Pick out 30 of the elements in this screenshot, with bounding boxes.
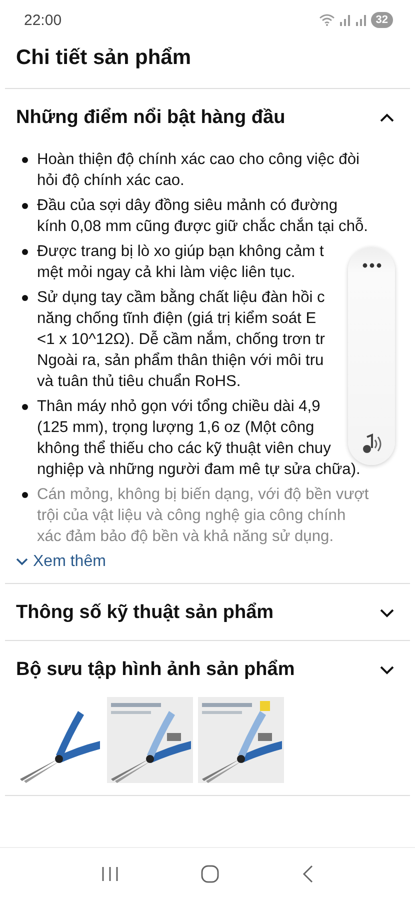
bullet-icon xyxy=(22,295,28,301)
signal-icon xyxy=(338,14,351,26)
bullet-text: Được trang bị lò xo giúp bạn không cảm t mệt mỏi ngay cả khi làm việc liên tục. xyxy=(37,242,324,283)
chevron-down-icon xyxy=(379,665,395,675)
bullet-text: Hoàn thiện độ chính xác cao cho công việc đòi hỏi độ chính xác cao. xyxy=(37,150,360,191)
bullet-text: Sử dụng tay cầm bằng chất liệu đàn hồi c năng chống tĩnh điện (giá trị kiểm soát E <1 x 10^12Ω). Dễ cầm nắm, chống trơn tr Ngoài ra, sản phẩm thân thiện với môi tru và tuân thủ tiêu chuẩn RoHS. xyxy=(37,288,325,392)
section-header[interactable]: Bộ sưu tập hình ảnh sản phẩm xyxy=(0,641,415,697)
signal-icon xyxy=(354,14,367,26)
bullet-text: Cán mỏng, không bị biến dạng, với độ bền vượt trội của vật liệu và công nghệ gia công chính xác đảm bảo độ bền và khả năng sử dụng. xyxy=(37,485,369,547)
chevron-down-icon xyxy=(16,558,28,566)
battery-level: 32 xyxy=(370,12,393,28)
chevron-up-icon xyxy=(379,113,395,123)
see-more-link[interactable]: Xem thêm xyxy=(16,553,106,571)
bullet-text: Đầu của sợi dây đồng siêu mảnh có đường kính 0,08 mm cũng được giữ chắc chắn tại chỗ. xyxy=(37,196,368,237)
bullet-icon xyxy=(22,157,28,163)
section-header[interactable]: Những điểm nổi bật hàng đầu xyxy=(0,89,415,145)
bullet-icon xyxy=(22,404,28,410)
bullet-text: Thân máy nhỏ gọn với tổng chiều dài 4,9 (125 mm), trọng lượng 1,6 oz (Một công không thể thiếu cho các kỹ thuật viên chuy nghiệp và những người đam mê tự sửa chữa). xyxy=(37,397,360,480)
more-icon[interactable] xyxy=(362,263,382,268)
chevron-down-icon xyxy=(379,608,395,618)
bullet-icon xyxy=(22,249,28,255)
section-header[interactable]: Thông số kỹ thuật sản phẩm xyxy=(0,584,415,640)
back-icon[interactable] xyxy=(300,864,314,884)
home-icon[interactable] xyxy=(200,864,220,884)
wifi-icon xyxy=(318,14,335,26)
bullet-icon xyxy=(22,203,28,209)
bullet-icon xyxy=(22,492,28,498)
page-title: Chi tiết sản phẩm xyxy=(15,45,192,71)
status-time: 22:00 xyxy=(24,12,62,28)
recent-apps-icon[interactable] xyxy=(100,866,118,882)
